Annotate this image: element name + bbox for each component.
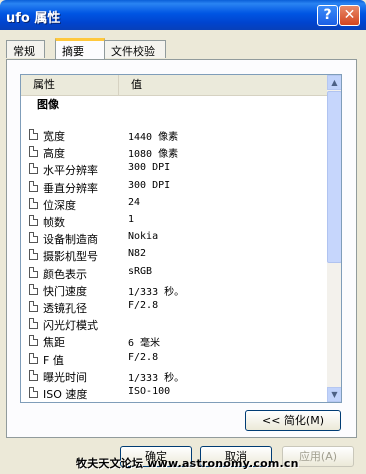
property-name: 宽度	[43, 130, 65, 143]
property-name: 颜色表示	[43, 267, 87, 281]
property-value: N82	[128, 248, 147, 260]
list-header: 属性 值	[21, 75, 327, 96]
scroll-up-button[interactable]: ▲	[327, 75, 341, 90]
document-icon	[29, 232, 38, 244]
property-value: 1/333 秒。	[128, 372, 185, 384]
property-value: F/2.8	[128, 300, 159, 311]
property-name: F 值	[43, 353, 64, 367]
property-value: 1	[128, 214, 135, 225]
list-item[interactable]: 水平分辨率 300 DPI	[21, 161, 327, 178]
list-item[interactable]: 垂直分辨率 300 DPI	[21, 179, 327, 196]
property-name: 曝光时间	[43, 370, 87, 384]
properties-dialog: ufo 属性 ? ✕ 常规 摘要 文件校验 属性 值 图像 宽度 1440 像素高…	[0, 0, 366, 474]
column-header-property[interactable]: 属性	[21, 75, 119, 95]
chevron-down-icon: ▼	[331, 390, 338, 399]
list-item[interactable]: 摄影机型号 N82	[21, 247, 327, 264]
property-value: sRGB	[128, 265, 153, 277]
property-value: 1/333 秒。	[128, 286, 185, 298]
list-item[interactable]: 快门速度 1/333 秒。	[21, 282, 327, 299]
document-icon	[29, 318, 38, 330]
tab-file-checksum[interactable]: 文件校验	[104, 40, 166, 58]
vertical-scrollbar[interactable]: ▲ ▼	[327, 75, 341, 402]
list-item[interactable]: F 值 F/2.8	[21, 351, 327, 368]
tab-general[interactable]: 常规	[6, 40, 45, 58]
property-name: 快门速度	[43, 284, 87, 298]
window-title: ufo 属性	[6, 11, 61, 26]
chevron-up-icon: ▲	[331, 78, 338, 87]
document-icon	[29, 283, 38, 295]
property-value: ISO-100	[128, 386, 171, 397]
property-name: 设备制造商	[43, 233, 98, 247]
property-value: F/2.8	[128, 351, 159, 363]
property-name: 透镜孔径	[43, 302, 87, 315]
property-value: 300 DPI	[128, 179, 171, 191]
document-icon	[29, 369, 38, 381]
property-name: 焦距	[43, 336, 65, 350]
property-name: 垂直分辨率	[43, 181, 98, 195]
simplify-button[interactable]: << 简化(M)	[245, 410, 341, 431]
list-item[interactable]: 焦距 6 毫米	[21, 333, 327, 350]
list-item[interactable]: 高度 1080 像素	[21, 144, 327, 161]
property-name: ISO 速度	[43, 388, 88, 401]
property-value: 1080 像素	[128, 149, 179, 161]
properties-list[interactable]: 属性 值 图像 宽度 1440 像素 高度 1080 像素 水平分辨率 300 DPI 垂直…	[20, 74, 342, 403]
list-item[interactable]: 设备制造商 Nokia	[21, 230, 327, 247]
property-name: 摄影机型号	[43, 250, 98, 264]
document-icon	[29, 146, 38, 158]
group-header-image: 图像	[37, 98, 59, 111]
column-header-value[interactable]: 值	[119, 75, 327, 95]
document-icon	[29, 215, 38, 226]
list-item[interactable]: ISO 速度 ISO-100	[21, 385, 327, 402]
help-icon: ?	[323, 7, 332, 23]
property-name: 高度	[43, 147, 65, 161]
property-value: Nokia	[128, 231, 159, 243]
list-item[interactable]: 位深度 24	[21, 196, 327, 213]
property-value: 6 毫米	[128, 338, 161, 350]
property-value: 24	[128, 196, 141, 208]
help-button[interactable]: ?	[317, 5, 338, 26]
document-icon	[29, 163, 38, 175]
watermark-text: 牧夫天文论坛 www.astronomy.com.cn	[76, 457, 299, 470]
document-icon	[29, 387, 38, 398]
document-icon	[29, 352, 38, 364]
document-icon	[29, 197, 38, 209]
list-item[interactable]: 曝光时间 1/333 秒。	[21, 368, 327, 385]
property-name: 帧数	[43, 216, 65, 229]
tab-summary[interactable]: 摘要	[55, 38, 105, 59]
close-button[interactable]: ✕	[339, 5, 360, 26]
document-icon	[29, 301, 38, 312]
property-value: 1440 像素	[128, 132, 179, 143]
property-name: 位深度	[43, 198, 76, 212]
document-icon	[29, 249, 38, 261]
close-icon: ✕	[343, 7, 356, 23]
document-icon	[29, 335, 38, 347]
document-icon	[29, 180, 38, 192]
property-value: 300 DPI	[128, 162, 171, 174]
document-icon	[29, 129, 38, 140]
list-item[interactable]: 闪光灯模式	[21, 316, 327, 333]
scroll-down-button[interactable]: ▼	[327, 387, 341, 402]
property-name: 闪光灯模式	[43, 319, 98, 333]
scroll-thumb[interactable]	[327, 91, 341, 263]
list-item[interactable]: 颜色表示 sRGB	[21, 265, 327, 282]
list-item[interactable]: 透镜孔径 F/2.8	[21, 299, 327, 316]
property-name: 水平分辨率	[43, 164, 98, 178]
list-item[interactable]: 宽度 1440 像素	[21, 127, 327, 144]
document-icon	[29, 266, 38, 278]
list-item[interactable]: 帧数 1	[21, 213, 327, 230]
title-bar[interactable]: ufo 属性 ? ✕	[0, 0, 366, 30]
